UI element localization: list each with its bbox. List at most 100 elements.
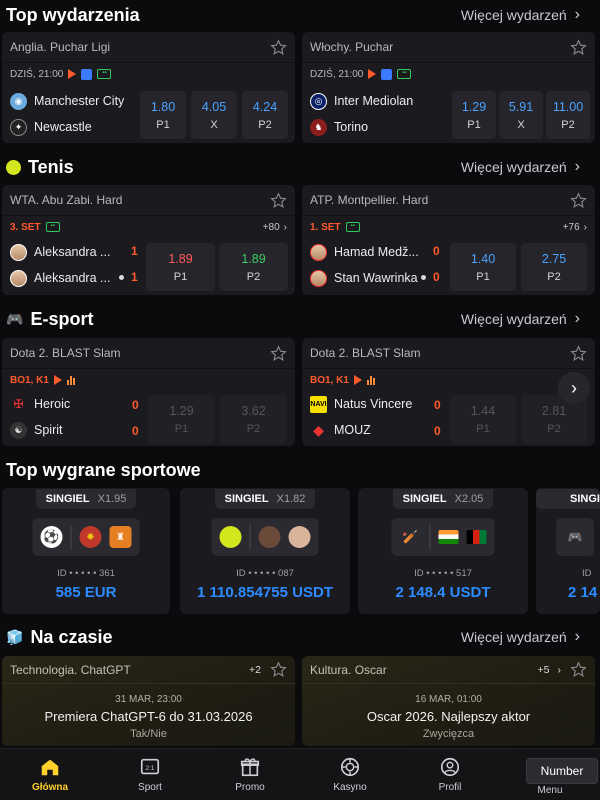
chevron-right-icon: › xyxy=(574,310,580,327)
favorite-star-icon[interactable] xyxy=(569,344,587,362)
stats-bars-icon xyxy=(66,375,75,385)
tennis-ball-icon xyxy=(6,159,21,175)
match-card[interactable]: WTA. Abu Zabi. Hard 3. SET ▪▪ +80 › Aleksa… xyxy=(2,185,295,295)
favorite-star-icon[interactable] xyxy=(269,661,287,679)
esport-header: 🎮 E-sport Więcej wydarzeń › xyxy=(0,304,600,334)
mouz-logo-icon: ◆ xyxy=(313,421,324,438)
event-date: 16 MAR, 01:00 xyxy=(415,694,482,705)
event-option: Tak/Nie xyxy=(130,728,167,740)
odd-button[interactable]: 2.75 P2 xyxy=(521,243,587,291)
chevron-right-icon: › xyxy=(571,377,577,398)
favorite-star-icon[interactable] xyxy=(269,38,287,56)
player-1: Hamad Medž... xyxy=(310,239,419,265)
match-date: DZIŚ, 21:00 xyxy=(10,68,64,80)
soccer-ball-icon: ⚽ xyxy=(40,526,63,548)
live-stream-icon xyxy=(353,375,362,385)
live-stream-icon xyxy=(368,69,377,79)
team-2-score: 0 xyxy=(434,424,441,438)
win-icons xyxy=(211,518,319,556)
favorite-star-icon[interactable] xyxy=(569,191,587,209)
player-1: Aleksandra ... xyxy=(10,239,110,265)
odd-button[interactable]: 1.40 P1 xyxy=(450,243,516,291)
odd-button[interactable]: 1.89 P1 xyxy=(146,243,215,291)
prediction-card[interactable]: Kultura. Oscar +5 › 16 MAR, 01:00 Oscar 2… xyxy=(302,656,595,746)
odd-button[interactable]: 4.24 P2 xyxy=(242,91,288,139)
match-card[interactable]: Dota 2. BLAST Slam BO1, K1 NAVI Natus Vin… xyxy=(302,338,595,446)
man-city-logo-icon: ◉ xyxy=(10,92,27,110)
odd-button[interactable]: 3.62 P2 xyxy=(220,395,287,443)
inter-logo-icon: ◎ xyxy=(310,92,327,110)
win-amount: 2 148.4 USDT xyxy=(395,584,491,601)
player-avatar-icon xyxy=(258,526,281,548)
match-card[interactable]: Dota 2. BLAST Slam BO1, K1 ✠ Heroic ☯ Spir… xyxy=(2,338,295,446)
odd-button[interactable]: 4.05 X xyxy=(191,91,237,139)
match-card[interactable]: Włochy. Puchar DZIŚ, 21:00 ▪▪ ◎ Inter Med… xyxy=(302,32,595,143)
more-markets-count[interactable]: +2 xyxy=(249,664,261,676)
win-card[interactable]: SINGI 🎮 ID 2 14 xyxy=(536,488,600,614)
odd-button[interactable]: 5.91 X xyxy=(499,91,543,139)
nav-item-promo[interactable]: Promo xyxy=(200,749,300,800)
set-status: 3. SET xyxy=(10,221,41,233)
court-icon: ▪▪ xyxy=(345,222,360,232)
stats-icon xyxy=(381,68,393,80)
club-crest-icon: ♜ xyxy=(109,526,132,548)
win-icons: 🎮 xyxy=(556,518,594,556)
heroic-logo-icon: ✠ xyxy=(13,397,24,411)
player-avatar xyxy=(310,269,327,287)
favorite-star-icon[interactable] xyxy=(269,344,287,362)
spirit-logo-icon: ☯ xyxy=(10,421,27,439)
afghanistan-flag-icon xyxy=(466,530,487,544)
bottom-nav: Główna 2:1 Sport Promo Kasyno Profil Men… xyxy=(0,748,600,800)
odd-button[interactable]: 1.29 P1 xyxy=(452,91,496,139)
esport-more-link[interactable]: Więcej wydarzeń › xyxy=(461,310,594,328)
nav-item-home[interactable]: Główna xyxy=(0,749,100,800)
win-amount: 2 14 xyxy=(568,584,598,601)
odd-button[interactable]: 1.89 P2 xyxy=(219,243,288,291)
league-name: Dota 2. BLAST Slam xyxy=(310,346,421,360)
serve-indicator xyxy=(421,275,426,280)
more-markets[interactable]: +80 › xyxy=(263,222,287,233)
odd-button[interactable]: 1.80 P1 xyxy=(140,91,186,139)
user-icon xyxy=(440,757,460,777)
odd-button[interactable]: 11.00 P2 xyxy=(546,91,590,139)
home-icon xyxy=(41,759,59,776)
trending-more-link[interactable]: Więcej wydarzeń › xyxy=(461,628,594,646)
player-1-score: 1 xyxy=(131,244,138,258)
match-card[interactable]: ATP. Montpellier. Hard 1. SET ▪▪ +76 › Ham… xyxy=(302,185,595,295)
chevron-right-icon: › xyxy=(574,158,580,175)
nav-item-casino[interactable]: Kasyno xyxy=(300,749,400,800)
win-card[interactable]: SINGIEL X1.82 ID • • • • • 087 1 110.8547… xyxy=(180,488,350,614)
gift-icon xyxy=(240,758,260,777)
league-name: Włochy. Puchar xyxy=(310,40,394,54)
odd-button[interactable]: 1.29 P1 xyxy=(148,395,215,443)
more-markets-count[interactable]: +5 xyxy=(538,664,550,676)
odd-button[interactable]: 1.44 P1 xyxy=(450,395,516,443)
win-icons: 🏏 xyxy=(391,518,495,556)
player-2-score: 0 xyxy=(433,270,440,284)
bet-id: ID • • • • • 517 xyxy=(414,568,472,579)
gamepad-icon: 🎮 xyxy=(567,530,583,544)
favorite-star-icon[interactable] xyxy=(569,661,587,679)
team-1: NAVI Natus Vincere xyxy=(310,395,413,413)
tennis-more-link[interactable]: Więcej wydarzeń › xyxy=(461,158,594,176)
scoreboard-icon: 2:1 xyxy=(140,758,160,775)
event-question: Premiera ChatGPT-6 do 31.03.2026 xyxy=(44,709,253,724)
prediction-card[interactable]: Technologia. ChatGPT +2 31 MAR, 23:00 Pr… xyxy=(2,656,295,746)
home-team: ◉ Manchester City xyxy=(10,88,124,114)
nav-item-sport[interactable]: 2:1 Sport xyxy=(100,749,200,800)
league-name: Kultura. Oscar xyxy=(310,662,387,677)
league-name: WTA. Abu Zabi. Hard xyxy=(10,193,123,207)
team-2: ☯ Spirit xyxy=(10,417,70,443)
top-events-more-link[interactable]: Więcej wydarzeń › xyxy=(461,6,594,24)
top-wins-header: Top wygrane sportowe xyxy=(0,455,600,485)
nav-item-profile[interactable]: Profil xyxy=(400,749,500,800)
favorite-star-icon[interactable] xyxy=(569,38,587,56)
scroll-right-button[interactable]: › xyxy=(558,372,590,404)
favorite-star-icon[interactable] xyxy=(269,191,287,209)
win-card[interactable]: SINGIEL X2.05 🏏 ID • • • • • 517 2 148.4 … xyxy=(358,488,528,614)
more-markets[interactable]: +76 › xyxy=(563,222,587,233)
win-card[interactable]: SINGIEL X1.95 ⚽ ✹ ♜ ID • • • • • 361 585 … xyxy=(2,488,170,614)
bet-id: ID xyxy=(582,568,592,579)
esport-title: E-sport xyxy=(30,308,94,329)
match-card[interactable]: Anglia. Puchar Ligi DZIŚ, 21:00 ▪▪ ◉ Manc… xyxy=(2,32,295,143)
